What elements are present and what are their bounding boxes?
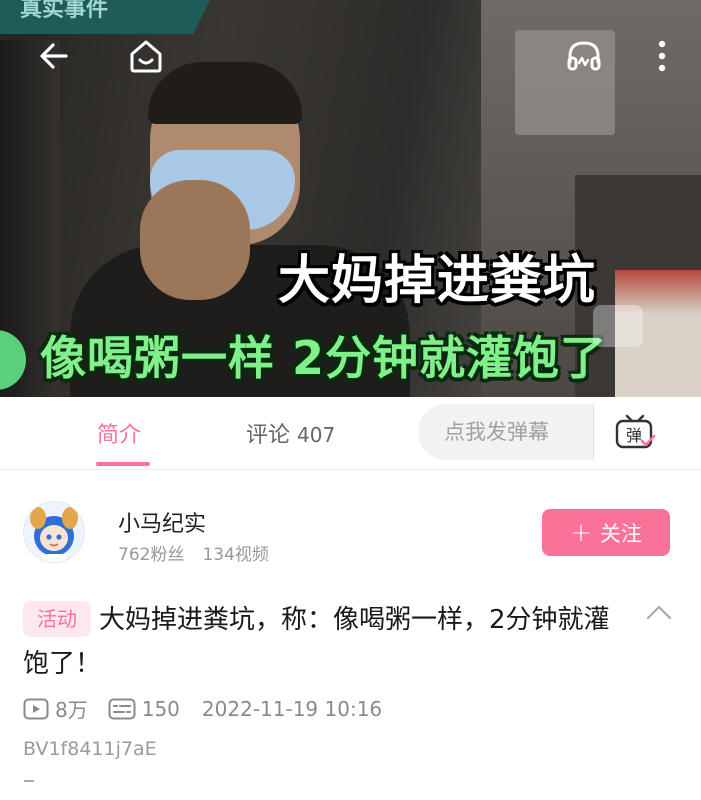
video-caption-line2: 像喝粥一样 2分钟就灌饱了 — [40, 331, 608, 385]
tab-comments[interactable]: 评论 407 — [246, 417, 335, 449]
uploader-stats: 762粉丝 134视频 — [118, 540, 269, 565]
danmaku-count-value: 150 — [141, 696, 180, 721]
tab-active-indicator — [96, 462, 150, 466]
uploader-name[interactable]: 小马纪实 — [118, 506, 206, 538]
video-person — [148, 62, 302, 124]
danmaku-icon: 弹 — [615, 414, 656, 449]
video-title: 大妈掉进粪坑，称：像喝粥一样，2分钟就灌饱了！ — [23, 605, 610, 679]
uploader-videos: 134视频 — [202, 545, 269, 565]
publish-datetime: 2022-11-19 10:16 — [201, 696, 383, 721]
follow-label: 关注 — [599, 521, 642, 546]
video-player[interactable]: 真实事件 大妈掉进粪坑 像喝粥一样 2分钟就灌饱了 — [0, 0, 701, 397]
danmaku-count: 150 — [108, 697, 180, 721]
follow-button[interactable]: + 关注 — [542, 509, 670, 556]
danmaku-input[interactable] — [442, 419, 596, 445]
tab-intro[interactable]: 简介 — [97, 417, 141, 449]
activity-tag[interactable]: 活动 — [23, 601, 91, 637]
bvid-label: BV1f8411j7aE — [23, 738, 157, 760]
danmaku-icon-label: 弹 — [626, 426, 642, 445]
danmaku-toggle-button[interactable]: 弹 — [593, 404, 676, 460]
video-title-block: 活动 大妈掉进粪坑，称：像喝粥一样，2分钟就灌饱了！ — [23, 598, 633, 686]
listen-button[interactable] — [562, 34, 606, 78]
view-count-value: 8万 — [55, 698, 88, 722]
home-button[interactable] — [124, 34, 168, 78]
chevron-up-icon[interactable] — [646, 603, 672, 621]
avatar[interactable] — [23, 501, 85, 563]
headphones-icon — [567, 41, 601, 71]
plus-icon: + — [570, 517, 592, 548]
divider — [24, 780, 34, 782]
tab-comments-label: 评论 — [246, 423, 291, 448]
danmaku-count-icon — [108, 698, 136, 719]
danmaku-bar: 弹 — [418, 404, 676, 460]
home-icon — [130, 40, 162, 73]
video-person — [140, 180, 250, 300]
avatar-illustration-icon — [24, 502, 84, 562]
uploader-fans: 762粉丝 — [118, 545, 185, 565]
view-count: 8万 — [23, 694, 88, 723]
play-count-icon — [23, 698, 49, 719]
tab-comments-count: 407 — [297, 423, 336, 447]
back-button[interactable] — [32, 34, 76, 78]
back-arrow-icon — [40, 43, 68, 69]
more-dots-icon — [658, 40, 666, 72]
video-top-strip: 真实事件 — [0, 0, 210, 34]
more-button[interactable] — [640, 34, 684, 78]
video-overlay-hint — [593, 305, 643, 347]
video-caption-line1: 大妈掉进粪坑 — [278, 251, 597, 311]
video-meta-row: 8万 150 2022-11-19 10:16 — [23, 694, 382, 723]
